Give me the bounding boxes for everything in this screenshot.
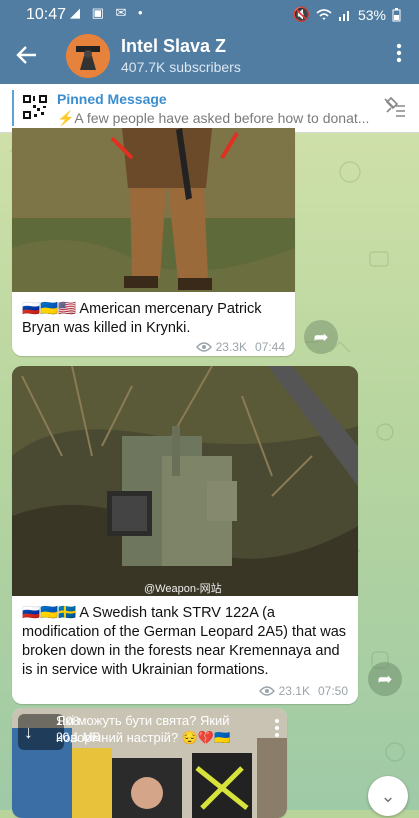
- photo-tank[interactable]: [12, 366, 358, 596]
- pinned-message-bar[interactable]: Pinned Message ⚡A few people have asked …: [0, 84, 419, 133]
- more-menu-button[interactable]: [391, 42, 407, 72]
- wifi-icon: [316, 8, 332, 20]
- pin-list-icon: [384, 96, 405, 117]
- more-vert-icon: [396, 43, 402, 63]
- video-duration: 1:08: [56, 714, 80, 728]
- photo-soldier[interactable]: [12, 128, 295, 292]
- pinned-title: Pinned Message: [57, 91, 167, 107]
- channel-avatar[interactable]: [66, 34, 110, 78]
- message-meta: 23.3K 07:44: [195, 340, 285, 354]
- mute-icon: 🔇: [292, 6, 310, 22]
- message-bubble[interactable]: @Weapon-网站 🇷🇺🇺🇦🇸🇪 A Swedish tank STRV 12…: [12, 366, 358, 704]
- signal-icon: [338, 10, 349, 21]
- status-time: 10:47: [26, 6, 67, 23]
- battery-percent: 53%: [357, 6, 386, 23]
- message-time: 07:50: [317, 684, 348, 698]
- channel-title[interactable]: Intel Slava Z: [121, 36, 226, 57]
- status-bar: 10:47 ◢ ▣ ✉ • 🔇 53%: [0, 0, 419, 30]
- message-time: 07:44: [254, 340, 285, 354]
- avatar-emblem-icon: [66, 34, 110, 78]
- battery-icon: [392, 7, 401, 21]
- arrow-left-icon: [16, 46, 36, 64]
- chevron-down-icon: ⌄: [380, 786, 396, 806]
- message-caption: 🇷🇺🇺🇦🇺🇸 American mercenary Patrick Bryan …: [22, 301, 262, 336]
- unpin-button[interactable]: [381, 96, 407, 120]
- back-button[interactable]: [14, 42, 44, 72]
- view-count: 23.3K: [215, 340, 247, 354]
- subscriber-count: 407.7K subscribers: [121, 59, 241, 75]
- notification-icons: ◢ ▣ ✉ •: [70, 5, 147, 20]
- download-arrow-icon: ↓: [24, 722, 33, 742]
- scroll-down-button[interactable]: ⌄: [368, 776, 408, 816]
- share-arrow-icon: ➦: [377, 669, 393, 689]
- share-button[interactable]: ➦: [304, 320, 338, 354]
- pinned-text: ⚡A few people have asked before how to d…: [57, 110, 370, 126]
- message-bubble[interactable]: 🇷🇺🇺🇦🇺🇸 American mercenary Patrick Bryan …: [12, 128, 295, 356]
- video-menu-icon[interactable]: [275, 718, 279, 738]
- chat-header: Intel Slava Z 407.7K subscribers: [0, 30, 419, 84]
- photo-watermark: @Weapon-网站: [144, 583, 222, 595]
- qr-code-thumbnail: [22, 94, 48, 120]
- message-bubble[interactable]: ↓ Які можуть бути свята? Який новорічний…: [12, 708, 287, 818]
- video-size: 20,1 MB: [56, 730, 101, 744]
- message-caption: 🇷🇺🇺🇦🇸🇪 A Swedish tank STRV 122A (a modif…: [22, 605, 347, 678]
- eye-icon: [258, 686, 275, 696]
- eye-icon: [195, 342, 212, 352]
- status-right: 🔇 53%: [293, 6, 401, 23]
- message-meta: 23.1K 07:50: [258, 684, 348, 698]
- share-arrow-icon: ➦: [313, 327, 329, 347]
- pinned-indicator: [12, 90, 14, 126]
- view-count: 23.1K: [278, 684, 310, 698]
- share-button[interactable]: ➦: [368, 662, 402, 696]
